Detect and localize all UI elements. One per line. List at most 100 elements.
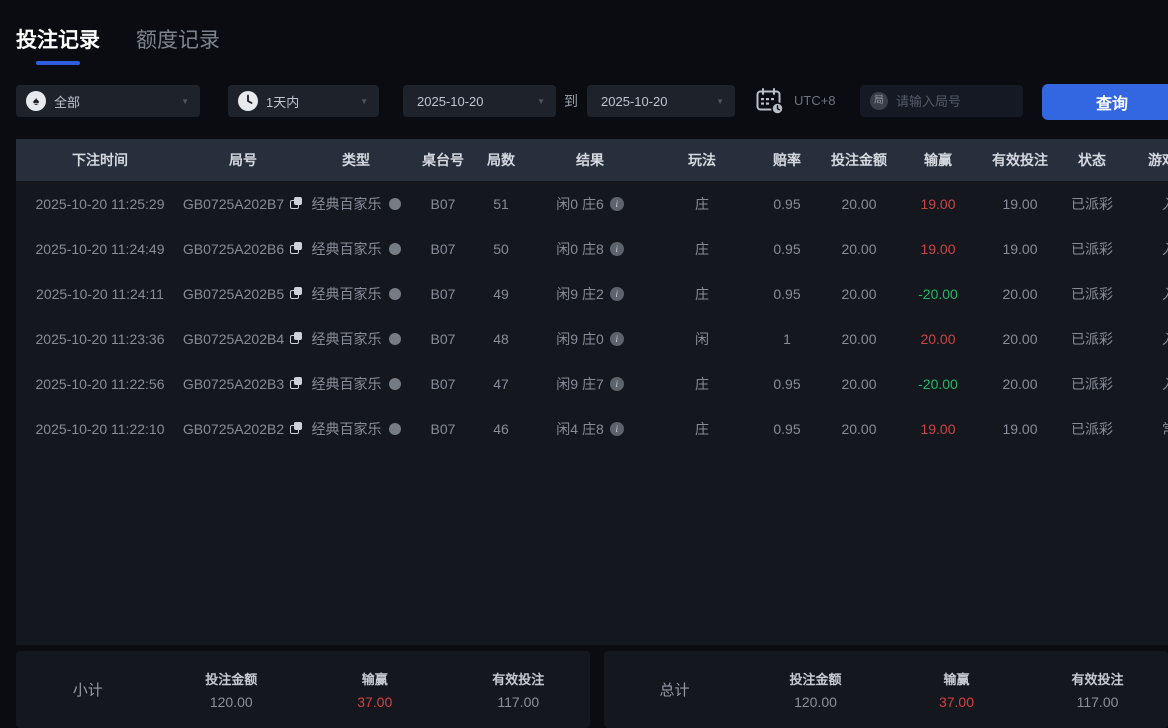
result-text: 闲4 庄8: [556, 420, 604, 437]
total-label: 总计: [659, 682, 690, 699]
round-id-text: GB0725A202B3: [182, 375, 285, 392]
column-header: 投注金额: [831, 152, 887, 168]
cell-game-mode: 入座: [1126, 374, 1168, 394]
copy-icon[interactable]: [290, 197, 303, 210]
cell-bet-amount: 20.00: [841, 420, 877, 437]
cell-round-count: 48: [493, 330, 509, 347]
cell-winloss: 20.00: [920, 330, 956, 347]
game-type-select[interactable]: ♠ 全部 ▼: [16, 85, 200, 117]
cell-game-mode: 入座: [1126, 329, 1168, 349]
cell-bet-time: 2025-10-20 11:24:11: [36, 285, 164, 302]
cell-status: 已派彩: [1071, 375, 1113, 392]
date-from-value: 2025-10-20: [417, 93, 484, 109]
info-icon[interactable]: i: [609, 331, 624, 346]
game-type-text: 经典百家乐: [311, 375, 382, 392]
cell-bet-amount: 20.00: [841, 240, 877, 257]
column-header: 赔率: [773, 152, 801, 168]
cell-status: 已派彩: [1071, 330, 1113, 347]
cell-bet-time: 2025-10-20 11:22:56: [35, 375, 165, 392]
game-icon: [388, 377, 401, 390]
table-row[interactable]: 2025-10-20 11:22:56 GB0725A202B3 经典百家乐 B…: [16, 361, 1168, 406]
tab-quota-records[interactable]: 额度记录: [136, 24, 220, 65]
cell-result: 闲0 庄8 i: [526, 239, 654, 259]
cell-play: 庄: [695, 240, 709, 257]
records-table: 下注时间 局号 类型 桌台号 局数 结果 玩法 赔率 投注金额 输赢 有效投注 …: [16, 139, 1168, 645]
top-tabs: 投注记录 额度记录: [16, 24, 220, 65]
cell-game-mode: 入座: [1126, 194, 1168, 214]
table-row[interactable]: 2025-10-20 11:24:49 GB0725A202B6 经典百家乐 B…: [16, 226, 1168, 271]
time-range-select[interactable]: 1天内 ▼: [228, 85, 379, 117]
total-bet-label: 投注金额: [789, 672, 842, 687]
active-tab-indicator: [36, 61, 80, 65]
column-header: 结果: [576, 152, 604, 168]
game-icon: [388, 332, 401, 345]
round-number-input[interactable]: [896, 93, 1006, 109]
copy-icon[interactable]: [290, 332, 303, 345]
copy-icon[interactable]: [290, 422, 303, 435]
info-icon[interactable]: i: [609, 376, 624, 391]
round-id-text: GB0725A202B7: [182, 195, 285, 212]
round-number-input-wrap[interactable]: 局: [860, 85, 1023, 117]
info-icon[interactable]: i: [609, 241, 624, 256]
tab-betting-records-label: 投注记录: [16, 29, 100, 52]
column-header: 类型: [342, 152, 370, 168]
tab-betting-records[interactable]: 投注记录: [16, 24, 100, 65]
column-header: 桌台号: [422, 152, 464, 168]
column-header: 局数: [487, 152, 515, 168]
cell-game-type: 经典百家乐: [302, 329, 410, 349]
cell-winloss: 19.00: [920, 420, 956, 437]
subtotal-winloss-label: 输赢: [361, 672, 388, 687]
table-row[interactable]: 2025-10-20 11:22:10 GB0725A202B2 经典百家乐 B…: [16, 406, 1168, 451]
cell-table-no: B07: [430, 375, 456, 392]
cell-round-id: GB0725A202B7: [182, 195, 303, 212]
cell-bet-amount: 20.00: [841, 285, 877, 302]
cell-valid-bet: 19.00: [1002, 420, 1038, 437]
to-label: 到: [564, 93, 578, 109]
cell-status: 已派彩: [1071, 195, 1113, 212]
spade-icon: ♠: [26, 91, 46, 111]
round-id-text: GB0725A202B2: [182, 420, 285, 437]
result-text: 闲0 庄6: [556, 195, 604, 212]
cell-round-id: GB0725A202B3: [182, 375, 303, 392]
cell-bet-time: 2025-10-20 11:23:36: [35, 330, 165, 347]
cell-winloss: 19.00: [920, 195, 956, 212]
info-icon[interactable]: i: [609, 196, 624, 211]
cell-valid-bet: 20.00: [1002, 330, 1038, 347]
result-text: 闲0 庄8: [556, 240, 604, 257]
cell-play: 庄: [695, 195, 709, 212]
total-bet-value: 120.00: [794, 694, 837, 710]
date-from-picker[interactable]: 2025-10-20 ▼: [403, 85, 556, 117]
column-header: 局号: [229, 152, 257, 168]
table-row[interactable]: 2025-10-20 11:23:36 GB0725A202B4 经典百家乐 B…: [16, 316, 1168, 361]
column-header: 游戏模式: [1148, 152, 1168, 168]
query-button[interactable]: 查询: [1042, 84, 1168, 120]
date-to-picker[interactable]: 2025-10-20 ▼: [587, 85, 735, 117]
cell-play: 庄: [695, 285, 709, 302]
copy-icon[interactable]: [290, 242, 303, 255]
table-header-row: 下注时间 局号 类型 桌台号 局数 结果 玩法 赔率 投注金额 输赢 有效投注 …: [16, 139, 1168, 181]
cell-result: 闲0 庄6 i: [526, 194, 654, 214]
cell-bet-time: 2025-10-20 11:25:29: [35, 195, 165, 212]
round-icon: 局: [870, 92, 888, 110]
result-text: 闲9 庄0: [556, 330, 604, 347]
cell-winloss: -20.00: [918, 285, 958, 302]
table-row[interactable]: 2025-10-20 11:25:29 GB0725A202B7 经典百家乐 B…: [16, 181, 1168, 226]
table-row[interactable]: 2025-10-20 11:24:11 GB0725A202B5 经典百家乐 B…: [16, 271, 1168, 316]
cell-bet-time: 2025-10-20 11:24:49: [35, 240, 165, 257]
cell-play: 庄: [695, 420, 709, 437]
cell-play: 庄: [695, 375, 709, 392]
cell-valid-bet: 20.00: [1002, 375, 1038, 392]
date-to-value: 2025-10-20: [601, 93, 668, 109]
copy-icon[interactable]: [290, 287, 303, 300]
info-icon[interactable]: i: [609, 286, 624, 301]
cell-status: 已派彩: [1071, 285, 1113, 302]
subtotal-bet-value: 120.00: [209, 694, 253, 710]
info-icon[interactable]: i: [609, 421, 624, 436]
game-icon: [388, 287, 401, 300]
time-range-value: 1天内: [266, 94, 300, 110]
cell-game-mode: 入座: [1126, 239, 1168, 259]
cell-winloss: 19.00: [920, 240, 956, 257]
chevron-down-icon: ▼: [360, 96, 368, 106]
copy-icon[interactable]: [290, 377, 303, 390]
cell-valid-bet: 20.00: [1002, 285, 1038, 302]
